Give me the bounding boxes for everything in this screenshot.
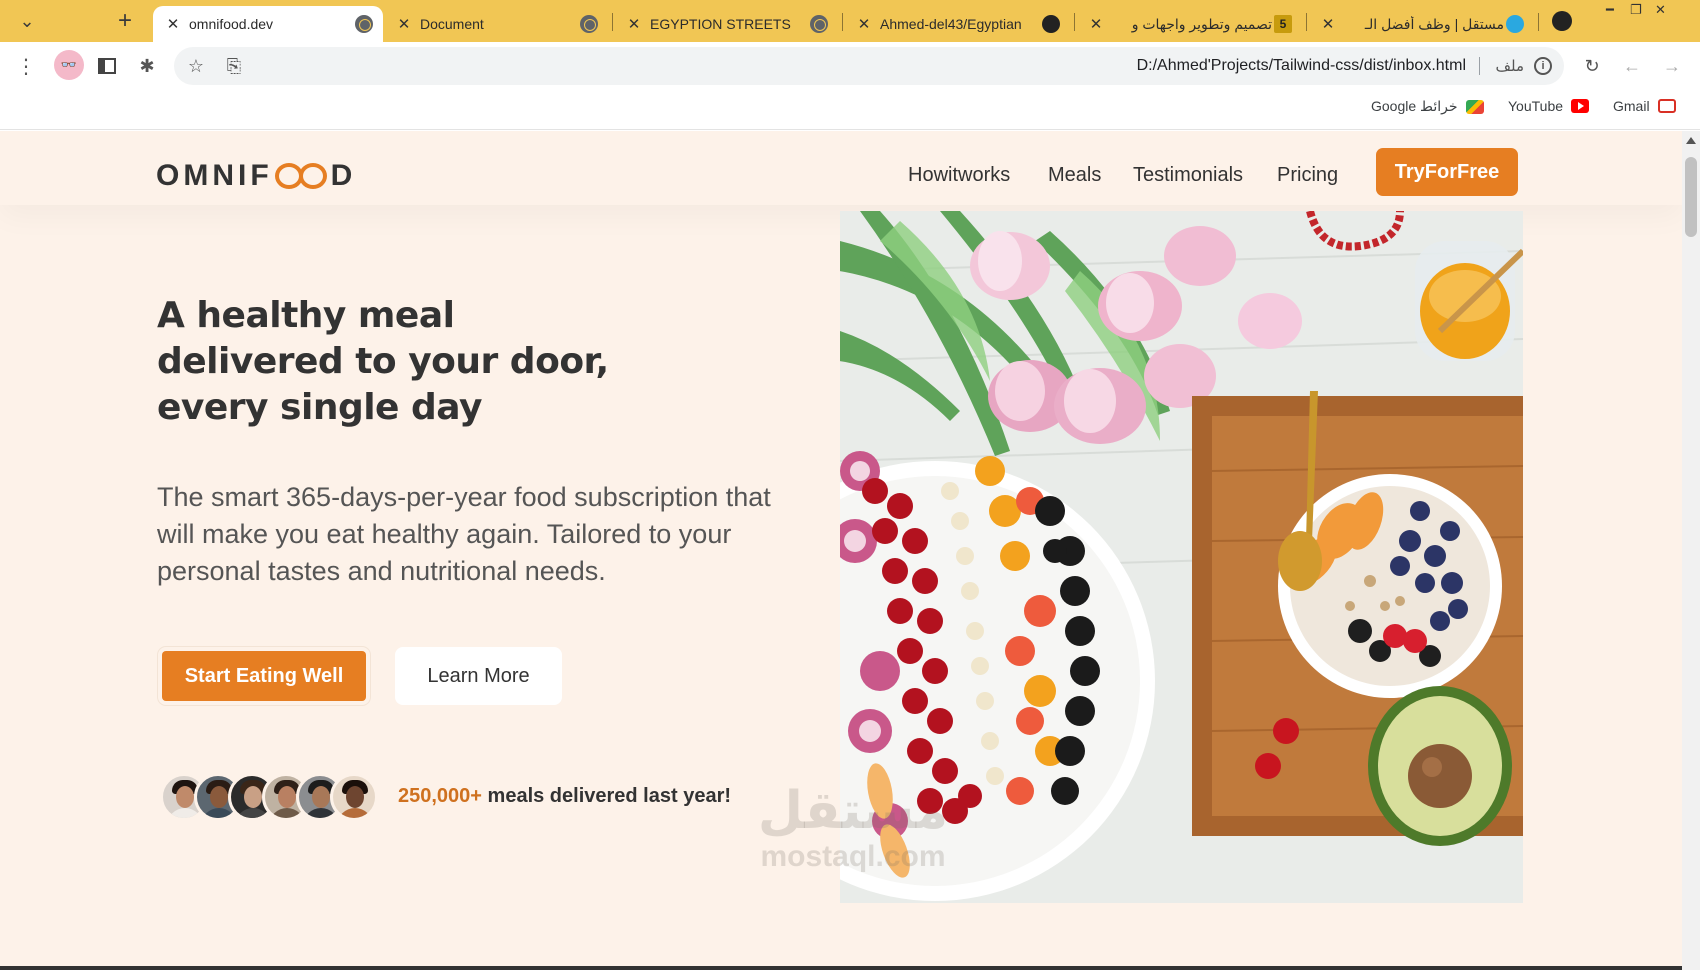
menu-kebab-icon[interactable]: ⋮ xyxy=(14,54,38,78)
page-scrollbar[interactable] xyxy=(1682,131,1700,970)
close-icon[interactable]: ✕ xyxy=(396,15,412,33)
hero-title-line: every single day xyxy=(157,387,482,428)
tab-mostaql[interactable]: ✕ مستقل | وظف أفضل الـ xyxy=(1312,6,1534,42)
file-scheme-label: ملف xyxy=(1495,58,1524,75)
nav-testimonials[interactable]: Testimonials xyxy=(1133,164,1243,187)
new-tab-button[interactable]: + xyxy=(112,7,138,34)
close-icon[interactable]: ✕ xyxy=(1320,15,1336,33)
tab-title: omnifood.dev xyxy=(189,16,274,32)
tab-title: Document xyxy=(420,16,484,32)
tab-egyption-streets[interactable]: ✕ EGYPTION STREETS xyxy=(618,6,838,42)
taskbar-edge xyxy=(0,966,1682,970)
tab-github[interactable]: ✕ Ahmed-del43/Egyptian xyxy=(848,6,1070,42)
youtube-icon xyxy=(1571,99,1590,113)
bookmark-maps[interactable]: خرائط Google xyxy=(1371,98,1484,115)
bookmark-star-icon[interactable]: ☆ xyxy=(184,54,208,78)
tab-divider xyxy=(1306,13,1307,31)
close-icon[interactable]: ✕ xyxy=(1088,15,1104,33)
watermark-url: mostaql.com xyxy=(760,840,946,873)
tab-document[interactable]: ✕ Document xyxy=(388,6,608,42)
bookmark-youtube[interactable]: YouTube xyxy=(1508,98,1590,114)
bookmark-gmail[interactable]: Gmail xyxy=(1613,98,1676,114)
tab-omnifood[interactable]: ✕ omnifood.dev xyxy=(153,6,383,42)
reload-icon[interactable]: ↻ xyxy=(1580,54,1604,78)
watermark-arabic: مستقل xyxy=(757,782,949,840)
close-window-icon[interactable]: ✕ xyxy=(1655,2,1666,18)
globe-icon xyxy=(810,15,828,33)
close-icon[interactable]: ✕ xyxy=(626,15,642,33)
delivered-count: 250,000+ xyxy=(398,785,482,807)
mostaql-icon xyxy=(1506,15,1524,33)
start-eating-well-button[interactable]: Start Eating Well xyxy=(162,651,366,701)
avatar xyxy=(330,773,378,821)
address-bar[interactable]: ☆ ⎘ D:/Ahmed'Projects/Tailwind-css/dist/… xyxy=(174,47,1564,85)
tab-divider xyxy=(612,13,613,31)
hero-title-line: A healthy meal xyxy=(157,295,455,336)
meals-delivered-stat: 250,000+ meals delivered last year! xyxy=(398,785,731,808)
scroll-up-icon[interactable] xyxy=(1686,137,1696,144)
nav-how-it-works[interactable]: Howitworks xyxy=(908,164,1010,187)
logo-text-left: OMNIF xyxy=(156,159,273,192)
tab-title: EGYPTION STREETS xyxy=(650,16,791,32)
bookmark-label: Gmail xyxy=(1613,98,1650,114)
forward-icon[interactable]: → xyxy=(1660,54,1684,78)
tab-search-chevron-icon[interactable]: ⌄ xyxy=(14,8,40,34)
globe-icon xyxy=(355,15,373,33)
browser-toolbar: ⋮ 👓 ✱ ☆ ⎘ D:/Ahmed'Projects/Tailwind-css… xyxy=(0,42,1700,90)
try-for-free-button[interactable]: TryForFree xyxy=(1376,148,1518,196)
tab-title: مستقل | وظف أفضل الـ xyxy=(1364,15,1504,32)
hero-title: A healthy meal delivered to your door, e… xyxy=(157,293,717,431)
hero-title-line: delivered to your door, xyxy=(157,341,609,382)
bookmarks-bar: Gmail YouTube خرائط Google xyxy=(0,90,1700,130)
profile-avatar[interactable]: 👓 xyxy=(54,50,84,80)
github-icon xyxy=(1042,15,1060,33)
omnifood-page: OMNIF D Howitworks Meals Testimonials Pr… xyxy=(0,131,1682,970)
minimize-icon[interactable]: ━ xyxy=(1606,2,1614,18)
nav-pricing[interactable]: Pricing xyxy=(1277,164,1338,187)
restore-icon[interactable]: ❐ xyxy=(1630,2,1642,18)
logo-rings-icon xyxy=(274,162,329,190)
tab-divider xyxy=(842,13,843,31)
gmail-icon xyxy=(1657,99,1676,113)
tab-divider xyxy=(1074,13,1075,31)
omnifood-logo[interactable]: OMNIF D xyxy=(156,159,356,193)
maps-icon xyxy=(1465,99,1484,114)
tab-divider xyxy=(1538,13,1539,31)
mostaql-watermark: مستقل mostaql.com xyxy=(748,781,958,873)
extensions-icon[interactable]: ✱ xyxy=(135,54,159,78)
bookmark-label: خرائط Google xyxy=(1371,98,1458,114)
delivered-text: meals delivered last year! xyxy=(481,785,732,807)
nav-meals[interactable]: Meals xyxy=(1048,164,1101,187)
close-icon[interactable]: ✕ xyxy=(856,15,872,33)
logo-text-right: D xyxy=(330,159,357,192)
hero-description: The smart 365-days-per-year food subscri… xyxy=(157,482,771,586)
tab-arabic-design[interactable]: ✕ تصميم وتطوير واجهات و 5 xyxy=(1080,6,1302,42)
close-icon[interactable]: ✕ xyxy=(165,15,181,33)
site-header: OMNIF D Howitworks Meals Testimonials Pr… xyxy=(0,131,1682,205)
customer-avatars xyxy=(160,773,386,823)
globe-icon xyxy=(580,15,598,33)
tab-strip: ⌄ + ✕ omnifood.dev ✕ Document ✕ EGYPTION… xyxy=(0,0,1700,42)
notification-badge: 5 xyxy=(1274,15,1292,33)
tab-title: Ahmed-del43/Egyptian xyxy=(880,16,1022,32)
scrollbar-thumb[interactable] xyxy=(1685,157,1697,237)
back-icon[interactable]: ← xyxy=(1620,54,1644,78)
url-divider xyxy=(1479,57,1480,75)
tab-title: تصميم وتطوير واجهات و xyxy=(1131,15,1272,32)
url-text[interactable]: D:/Ahmed'Projects/Tailwind-css/dist/inbo… xyxy=(1137,57,1466,75)
share-icon[interactable]: ⎘ xyxy=(222,54,246,78)
bookmark-label: YouTube xyxy=(1508,98,1564,114)
openai-icon[interactable] xyxy=(1549,8,1575,34)
side-panel-icon[interactable] xyxy=(95,54,119,78)
learn-more-button[interactable]: Learn More xyxy=(395,647,562,705)
site-info-icon[interactable]: i xyxy=(1534,57,1552,75)
